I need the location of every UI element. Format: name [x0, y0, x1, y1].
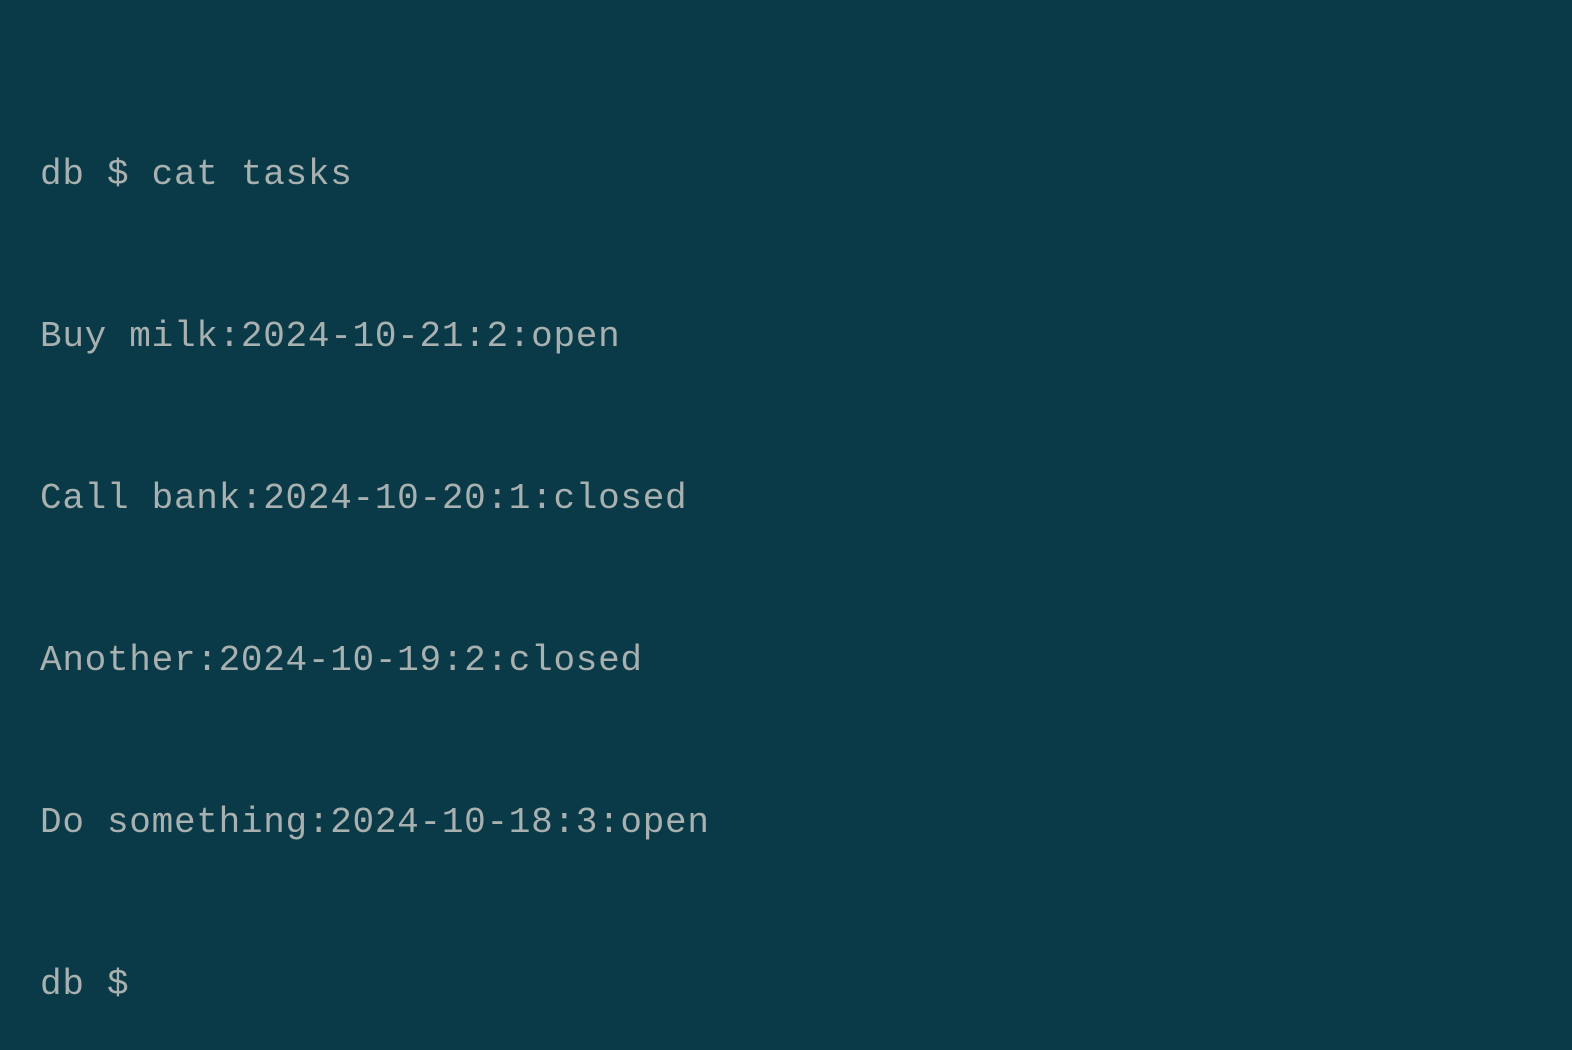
terminal-output-line: Buy milk:2024-10-21:2:open	[40, 310, 1532, 364]
terminal-line-prompt-idle[interactable]: db $	[40, 958, 1532, 1012]
terminal-window[interactable]: db $ cat tasks Buy milk:2024-10-21:2:ope…	[40, 40, 1532, 1050]
terminal-output-line: Do something:2024-10-18:3:open	[40, 796, 1532, 850]
terminal-output-line: Call bank:2024-10-20:1:closed	[40, 472, 1532, 526]
terminal-line-prompt-command: db $ cat tasks	[40, 148, 1532, 202]
terminal-output-line: Another:2024-10-19:2:closed	[40, 634, 1532, 688]
